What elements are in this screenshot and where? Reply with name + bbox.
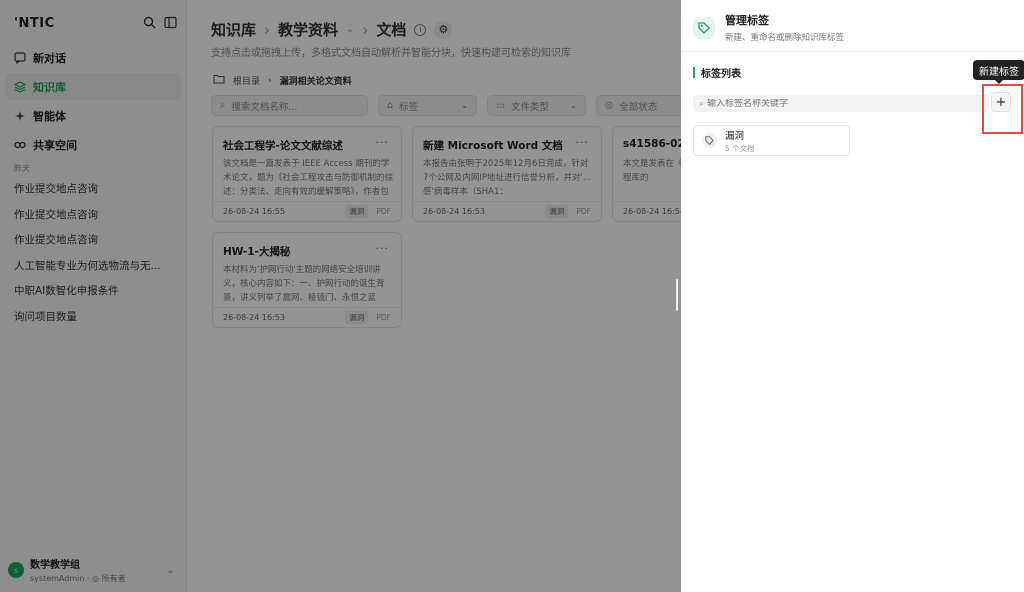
new-tag-button[interactable]: +: [991, 92, 1011, 112]
modal-overlay[interactable]: [0, 0, 681, 592]
divider: [681, 51, 1024, 52]
tag-list-header: 标签列表: [693, 65, 741, 80]
tag-search-field[interactable]: ⌕: [693, 95, 989, 112]
tag-name: 漏洞: [725, 130, 745, 142]
tag-item[interactable]: 漏洞 5 个文档: [693, 125, 850, 156]
panel-title: 管理标签: [725, 14, 769, 27]
tag-list-title: 标签列表: [701, 69, 741, 80]
tag-doc-count: 5 个文档: [725, 143, 755, 153]
accent-bar: [693, 67, 695, 78]
resize-handle[interactable]: [676, 279, 678, 311]
new-tag-tooltip: 新建标签: [973, 60, 1024, 84]
tag-icon: [693, 16, 715, 39]
tag-icon: [702, 133, 717, 148]
panel-subtitle: 新建、重命名或删除知识库标签: [725, 33, 845, 43]
tag-search-input[interactable]: [707, 98, 978, 109]
search-icon: ⌕: [699, 98, 705, 109]
manage-tags-panel: 管理标签 新建、重命名或删除知识库标签 标签列表 新建标签 ⌕ + 漏洞 5 个…: [681, 0, 1024, 592]
